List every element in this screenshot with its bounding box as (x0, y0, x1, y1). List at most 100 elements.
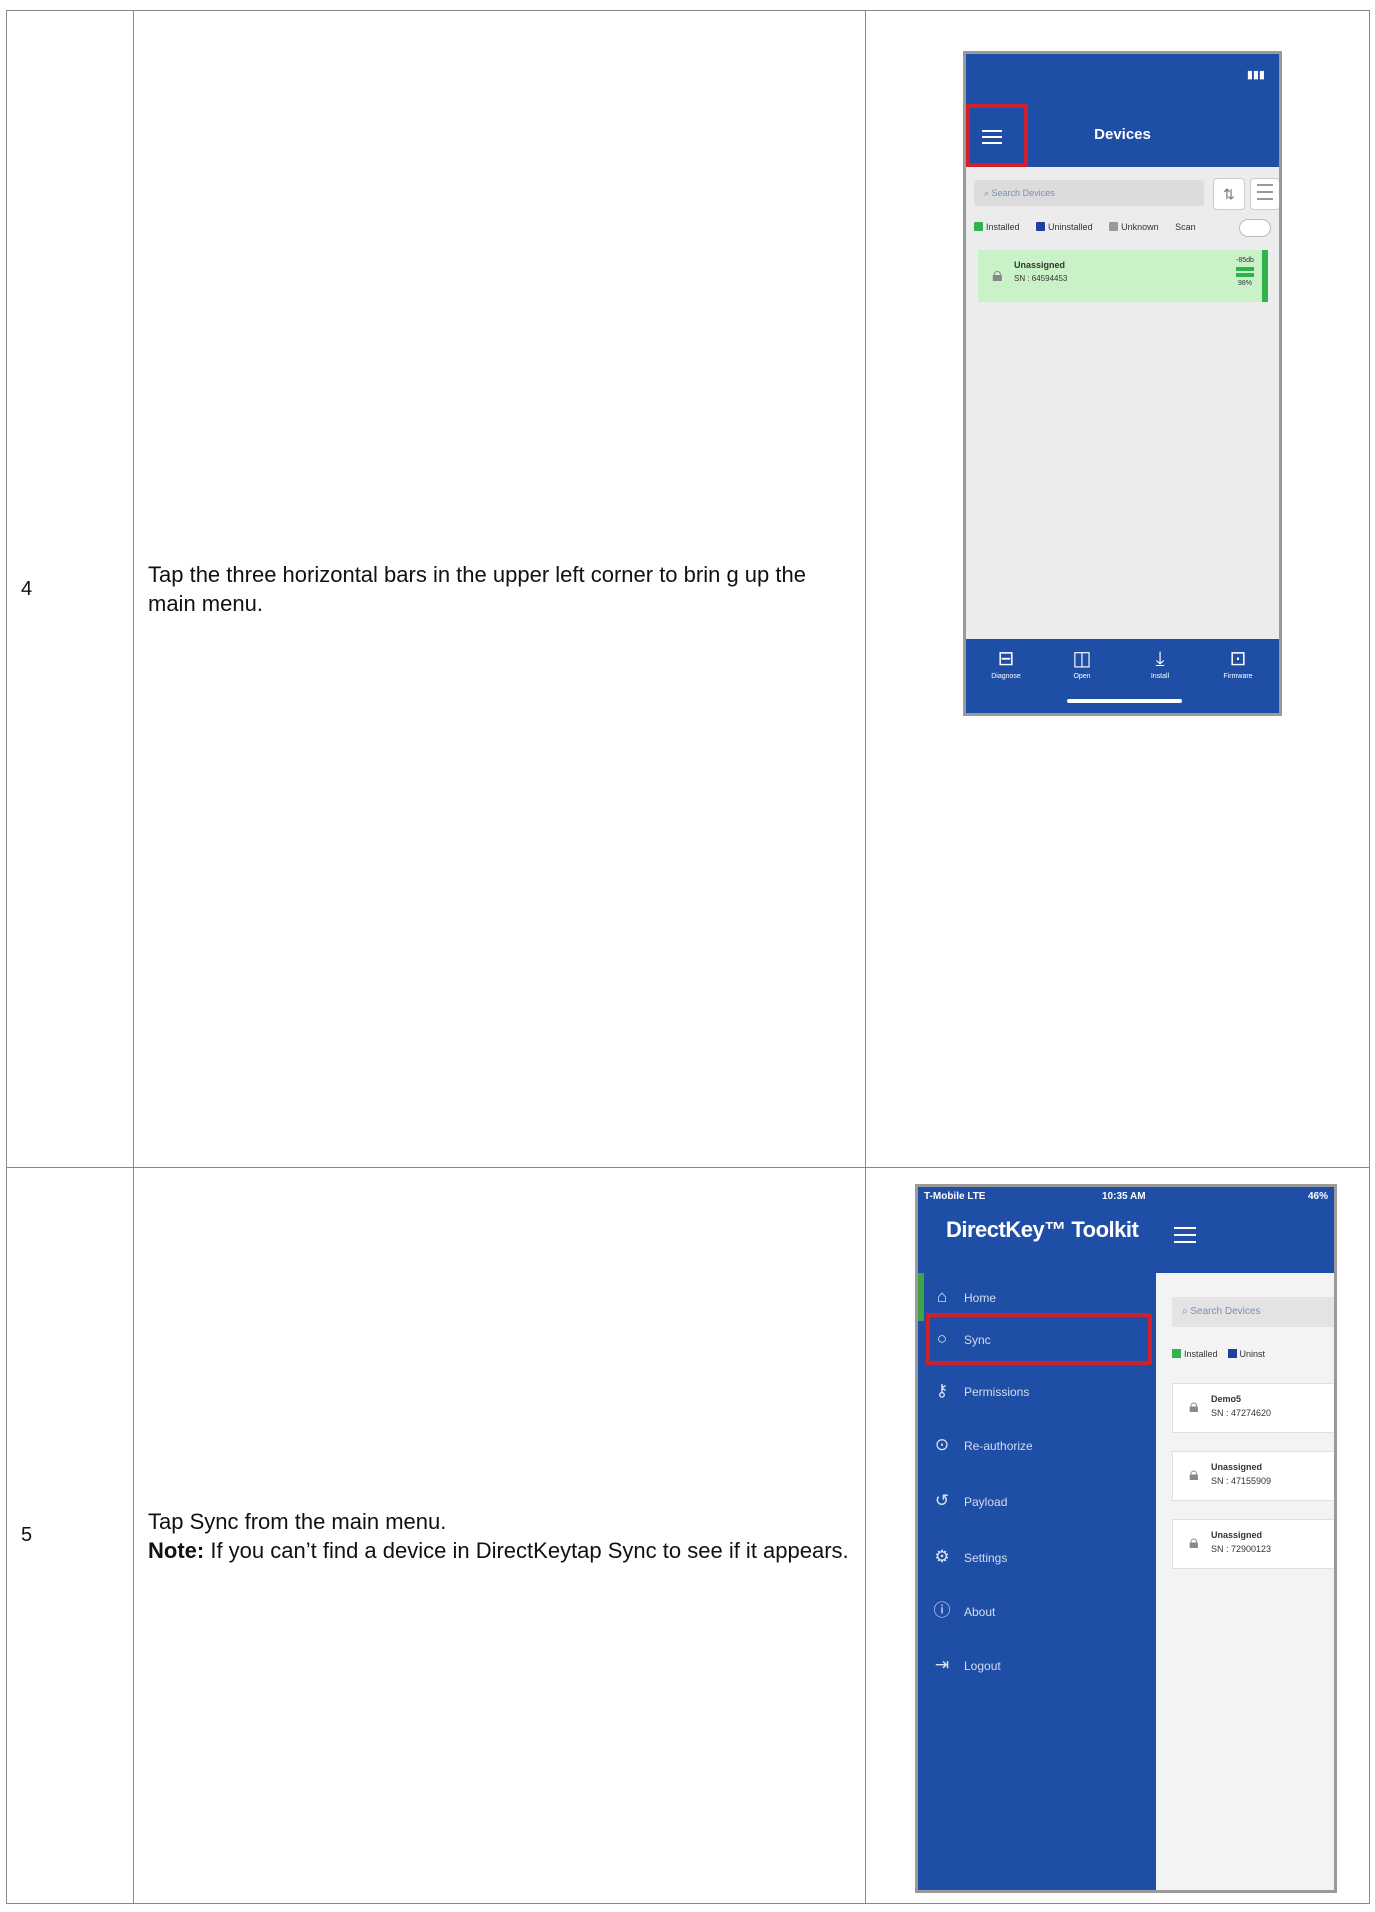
step-number-cell: 4 (6, 10, 134, 1168)
key-icon: ⚷ (935, 1381, 949, 1400)
tab-diagnose[interactable]: ⊟ Diagnose (976, 645, 1036, 680)
devices-screenshot: ▮▮▮ Devices ⌕ Search Devices ⇅ Installed… (963, 51, 1282, 716)
menu-item-permissions[interactable]: ⚷ Permissions (930, 1367, 1150, 1415)
gear-icon: ⚙ (934, 1547, 950, 1566)
step-description-cell: Tap Sync from the main menu. Note: If yo… (133, 1167, 866, 1904)
menu-label: Re-authorize (964, 1439, 1033, 1453)
legend-swatch-uninstalled (1036, 222, 1046, 231)
lock-icon: 🔒︎ (1189, 1396, 1199, 1416)
battery-icon: ▮▮▮ (1246, 69, 1265, 81)
door-icon: ◫ (1072, 648, 1092, 670)
tab-label: Diagnose (991, 673, 1021, 680)
status-legend: Installed Uninstalled Unknown Scan (974, 222, 1210, 232)
device-card[interactable]: 🔒︎ Unassigned SN : 47155909 (1172, 1451, 1334, 1501)
search-placeholder: Search Devices (1190, 1306, 1261, 1317)
menu-label: Payload (964, 1495, 1008, 1509)
tab-label: Firmware (1223, 673, 1253, 680)
bottom-tab-bar: ⊟ Diagnose ◫ Open ⤓ Install ⊡ Firmware (966, 639, 1279, 713)
legend-swatch-installed (1172, 1349, 1181, 1358)
signal-value: -85db (1236, 257, 1254, 264)
hamburger-menu-icon[interactable] (1174, 1227, 1196, 1248)
status-bar: T-Mobile LTE 10:35 AM 46% (924, 1191, 1328, 1202)
scan-label: Scan (1175, 222, 1196, 232)
highlight-box (926, 1313, 1152, 1365)
device-name: Demo5 (1211, 1394, 1242, 1404)
tab-open[interactable]: ◫ Open (1052, 645, 1112, 680)
device-serial: SN : 47274620 (1211, 1408, 1272, 1418)
app-brand: DirectKey™ Toolkit (946, 1217, 1139, 1242)
device-serial: SN : 47155909 (1211, 1476, 1272, 1486)
highlight-box (966, 104, 1028, 167)
search-placeholder: Search Devices (991, 188, 1055, 198)
download-icon: ⤓ (1155, 648, 1165, 670)
payload-icon: ↺ (934, 1491, 950, 1510)
tab-label: Open (1073, 673, 1091, 680)
tab-install[interactable]: ⤓ Install (1130, 645, 1190, 680)
menu-label: Logout (964, 1659, 1001, 1673)
menu-item-payload[interactable]: ↺ Payload (930, 1477, 1150, 1525)
refresh-icon: ⊙ (934, 1435, 950, 1454)
search-input[interactable]: ⌕ Search Devices (974, 180, 1204, 206)
menu-label: Settings (964, 1551, 1008, 1565)
menu-item-about[interactable]: ⓘ About (930, 1587, 1150, 1635)
step-row-5: 5 Tap Sync from the main menu. Note: If … (6, 1167, 1370, 1904)
step-number: 5 (21, 1524, 33, 1546)
menu-label: Permissions (964, 1385, 1030, 1399)
legend-swatch-unknown (1109, 222, 1119, 231)
carrier-label: T-Mobile LTE (924, 1191, 986, 1202)
lock-icon: 🔒︎ (1189, 1532, 1199, 1552)
device-name: Unassigned (1211, 1462, 1263, 1472)
scan-toggle[interactable] (1239, 219, 1271, 237)
signal-battery-indicator: -85db 98% (1236, 256, 1254, 288)
note-text: If you can’t find a device in DirectKeyt… (204, 1537, 849, 1563)
device-name: Unassigned (1014, 260, 1066, 270)
device-serial: SN : 64594453 (1014, 274, 1068, 283)
battery-label: 46% (1307, 1191, 1328, 1202)
step-note: Note: If you can’t find a device in Dire… (148, 1536, 855, 1565)
search-input[interactable]: ⌕ Search Devices (1172, 1297, 1334, 1327)
device-card[interactable]: 🔒︎ Demo5 SN : 47274620 (1172, 1383, 1334, 1433)
firmware-icon: ⊡ (1229, 648, 1247, 670)
step-screenshot-cell: T-Mobile LTE 10:35 AM 46% DirectKey™ Too… (865, 1167, 1370, 1904)
device-card[interactable]: 🔒︎ Unassigned SN : 64594453 -85db 98% (978, 250, 1268, 302)
legend-swatch-uninstalled (1227, 1349, 1237, 1358)
battery-value: 98% (1237, 280, 1252, 287)
active-indicator (918, 1273, 924, 1321)
step-row-4: 4 Tap the three horizontal bars in the u… (6, 10, 1370, 1168)
step-instruction: Tap Sync from the main menu. (148, 1508, 447, 1534)
legend-label: Installed (986, 222, 1020, 232)
legend-label: Unknown (1121, 222, 1159, 232)
info-icon: ⓘ (933, 1601, 951, 1620)
lock-icon: 🔒︎ (1189, 1464, 1199, 1484)
home-indicator (1067, 699, 1182, 703)
tab-firmware[interactable]: ⊡ Firmware (1208, 645, 1268, 680)
steps-table: 4 Tap the three horizontal bars in the u… (6, 10, 1370, 1904)
step-number-cell: 5 (6, 1167, 134, 1904)
step-screenshot-cell: ▮▮▮ Devices ⌕ Search Devices ⇅ Installed… (865, 10, 1370, 1168)
clock: 10:35 AM (1102, 1191, 1146, 1202)
logout-icon: ⇥ (934, 1655, 950, 1674)
step-description-cell: Tap the three horizontal bars in the upp… (133, 10, 866, 1168)
step-number: 4 (21, 577, 33, 600)
sync-icon[interactable]: ⇅ (1213, 178, 1245, 210)
menu-label: About (964, 1605, 996, 1619)
device-card[interactable]: 🔒︎ Unassigned SN : 72900123 (1172, 1519, 1334, 1569)
menu-item-re-authorize[interactable]: ⊙ Re-authorize (930, 1421, 1150, 1469)
legend-label: Installed (1184, 1349, 1218, 1359)
legend-label: Uninstalled (1048, 222, 1093, 232)
menu-label: Home (964, 1291, 997, 1305)
main-menu-screenshot: T-Mobile LTE 10:35 AM 46% DirectKey™ Too… (915, 1184, 1337, 1893)
lock-icon: 🔒︎ (992, 264, 1003, 286)
menu-item-logout[interactable]: ⇥ Logout (930, 1641, 1150, 1689)
step-description: Tap the three horizontal bars in the upp… (148, 562, 806, 616)
menu-item-settings[interactable]: ⚙ Settings (930, 1533, 1150, 1581)
device-name: Unassigned (1211, 1530, 1263, 1540)
legend-swatch-installed (974, 222, 983, 231)
note-label: Note: (148, 1537, 205, 1563)
legend-label: Uninst (1239, 1349, 1266, 1359)
step-description: Tap Sync from the main menu. Note: If yo… (134, 1507, 865, 1565)
device-serial: SN : 72900123 (1211, 1544, 1272, 1554)
status-legend: Installed Uninst (1172, 1349, 1265, 1359)
filter-icon[interactable] (1250, 178, 1279, 210)
tab-label: Install (1150, 673, 1170, 680)
